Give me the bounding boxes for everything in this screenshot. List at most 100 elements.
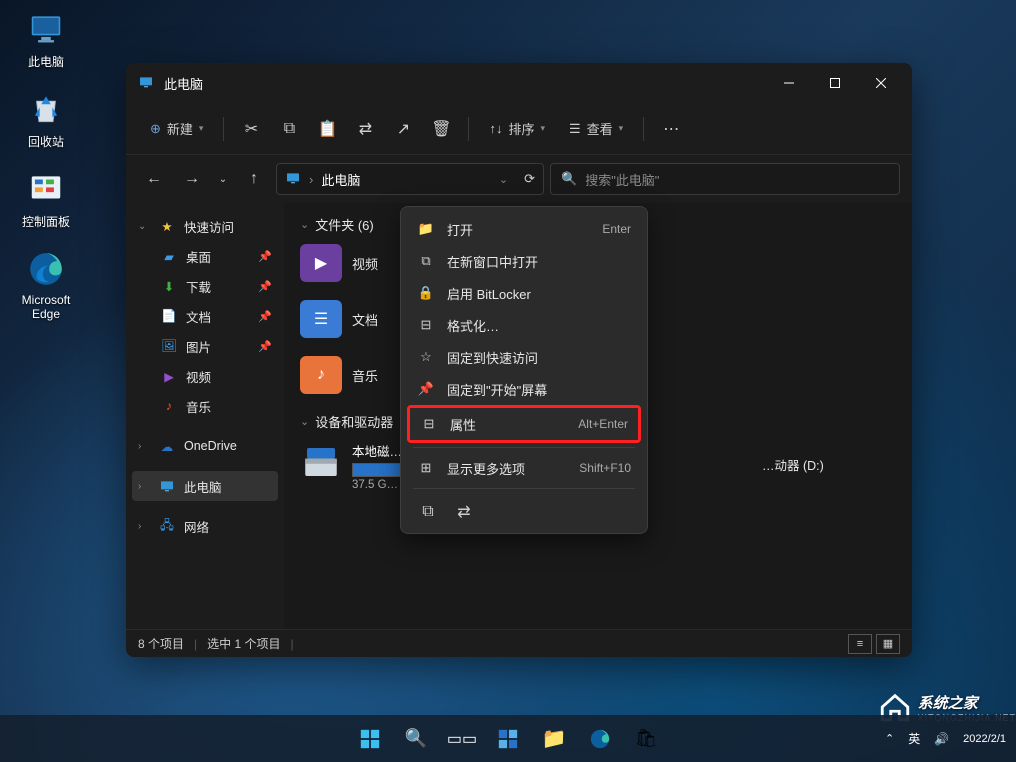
copy-icon: ⧉ <box>422 503 433 521</box>
ctx-rename[interactable]: ⇄ <box>449 497 479 527</box>
desktop-icon-label: 此电脑 <box>28 53 64 70</box>
sidebar-onedrive[interactable]: ›☁OneDrive <box>132 431 278 461</box>
sidebar-item-downloads[interactable]: ⬇下载📌 <box>132 271 278 301</box>
share-button[interactable]: ↗ <box>386 112 420 146</box>
view-details-button[interactable]: ≡ <box>848 634 872 654</box>
copy-icon: ⧉ <box>284 120 295 138</box>
sidebar-network[interactable]: ›🖧网络 <box>132 511 278 541</box>
pin-icon: 📌 <box>258 250 272 263</box>
pin-icon: 📌 <box>417 380 435 398</box>
taskbar-search[interactable]: 🔍 <box>396 719 436 759</box>
recent-button[interactable]: ⌄ <box>214 163 232 195</box>
desktop-icon-label: 控制面板 <box>22 213 70 230</box>
desktop-icon-control-panel[interactable]: 控制面板 <box>12 168 80 230</box>
copy-button[interactable]: ⧉ <box>272 112 306 146</box>
chevron-down-icon: ⌄ <box>300 218 309 231</box>
breadcrumb-location[interactable]: 此电脑 <box>321 170 360 189</box>
taskbar-edge[interactable] <box>580 719 620 759</box>
lock-icon: 🔒 <box>417 284 435 302</box>
rename-icon: ⇄ <box>457 502 470 522</box>
sidebar-this-pc[interactable]: ›此电脑 <box>132 471 278 501</box>
ctx-open-new-window[interactable]: ⧉在新窗口中打开 <box>407 245 641 277</box>
view-tiles-button[interactable]: ▦ <box>876 634 900 654</box>
pin-star-icon: ☆ <box>417 348 435 366</box>
chevron-right-icon: › <box>138 481 150 492</box>
chevron-down-icon: ⌄ <box>138 221 150 232</box>
context-menu: 📁打开Enter ⧉在新窗口中打开 🔒启用 BitLocker ⊟格式化… ☆固… <box>400 206 648 534</box>
store-icon: 🛍 <box>635 728 658 749</box>
sidebar-item-pictures[interactable]: 🖼图片📌 <box>132 331 278 361</box>
statusbar: 8 个项目 | 选中 1 个项目 | ≡ ▦ <box>126 629 912 657</box>
taskbar-widgets[interactable] <box>488 719 528 759</box>
scissors-icon: ✂ <box>245 119 258 139</box>
pin-icon: 📌 <box>258 280 272 293</box>
desktop-icon-label: Microsoft Edge <box>12 293 80 321</box>
sidebar-item-desktop[interactable]: ▰桌面📌 <box>132 241 278 271</box>
paste-button[interactable]: 📋 <box>310 112 344 146</box>
search-box[interactable]: 🔍 搜索"此电脑" <box>550 163 900 195</box>
taskbar-store[interactable]: 🛍 <box>626 719 666 759</box>
ctx-format[interactable]: ⊟格式化… <box>407 309 641 341</box>
maximize-button[interactable] <box>812 67 858 99</box>
ctx-properties[interactable]: ⊟属性Alt+Enter <box>407 405 641 443</box>
sidebar-item-music[interactable]: ♪音乐 <box>132 391 278 421</box>
close-button[interactable] <box>858 67 904 99</box>
rename-button[interactable]: ⇄ <box>348 112 382 146</box>
taskbar-explorer[interactable]: 📁 <box>534 719 574 759</box>
network-icon: 🖧 <box>158 517 176 535</box>
document-folder-icon: ☰ <box>300 300 342 338</box>
document-icon: 📄 <box>160 307 178 325</box>
ctx-copy[interactable]: ⧉ <box>413 497 443 527</box>
sidebar-item-videos[interactable]: ▶视频 <box>132 361 278 391</box>
delete-button[interactable]: 🗑 <box>424 112 458 146</box>
forward-button[interactable]: → <box>176 163 208 195</box>
ctx-bitlocker[interactable]: 🔒启用 BitLocker <box>407 277 641 309</box>
cloud-icon: ☁ <box>158 437 176 455</box>
view-button[interactable]: ☰ 查看 ▾ <box>559 112 633 146</box>
edge-icon <box>25 248 67 290</box>
sidebar-item-documents[interactable]: 📄文档📌 <box>132 301 278 331</box>
chevron-down-icon[interactable]: ⌄ <box>499 173 508 186</box>
desktop-folder-icon: ▰ <box>160 247 178 265</box>
clipboard-icon: 📋 <box>317 119 337 139</box>
pin-icon: 📌 <box>258 310 272 323</box>
chevron-down-icon: ⌄ <box>219 174 227 185</box>
desktop-icon-this-pc[interactable]: 此电脑 <box>12 8 80 70</box>
up-button[interactable]: ↑ <box>238 163 270 195</box>
sort-button[interactable]: ↑↓ 排序 ▾ <box>479 112 555 146</box>
address-bar[interactable]: › 此电脑 ⌄ ⟳ <box>276 163 544 195</box>
tray-chevron-icon[interactable]: ⌃ <box>885 732 894 745</box>
taskbar-task-view[interactable]: ▭▭ <box>442 719 482 759</box>
desktop-icon-recycle-bin[interactable]: 回收站 <box>12 88 80 150</box>
titlebar[interactable]: 此电脑 <box>126 63 912 103</box>
ctx-pin-start[interactable]: 📌固定到"开始"屏幕 <box>407 373 641 405</box>
tray-date[interactable]: 2022/2/1 <box>963 733 1006 745</box>
start-button[interactable] <box>350 719 390 759</box>
tray-network-icon[interactable]: 🔊 <box>934 732 949 746</box>
item-count: 8 个项目 <box>138 635 184 652</box>
back-button[interactable]: ← <box>138 163 170 195</box>
minimize-button[interactable] <box>766 67 812 99</box>
more-button[interactable]: ⋯ <box>654 112 688 146</box>
desktop-icon-edge[interactable]: Microsoft Edge <box>12 248 80 321</box>
control-panel-icon <box>25 168 67 210</box>
chevron-right-icon: › <box>138 441 150 452</box>
tray-ime[interactable]: 英 <box>908 730 920 747</box>
ctx-open[interactable]: 📁打开Enter <box>407 213 641 245</box>
selection-count: 选中 1 个项目 <box>207 635 280 652</box>
cut-button[interactable]: ✂ <box>234 112 268 146</box>
ctx-show-more[interactable]: ⊞显示更多选项Shift+F10 <box>407 452 641 484</box>
folder-icon: 📁 <box>542 726 567 751</box>
chevron-down-icon: ▾ <box>199 123 204 134</box>
new-button[interactable]: ⊕ 新建 ▾ <box>140 112 213 146</box>
trash-icon: 🗑 <box>431 119 451 139</box>
window-title: 此电脑 <box>164 74 766 93</box>
ctx-pin-quick-access[interactable]: ☆固定到快速访问 <box>407 341 641 373</box>
drive-icon <box>300 441 342 483</box>
more-icon: ⊞ <box>417 459 435 477</box>
sidebar-quick-access[interactable]: ⌄ ★ 快速访问 <box>132 211 278 241</box>
drive-d[interactable]: …动器 (D:) <box>762 441 824 491</box>
navbar: ← → ⌄ ↑ › 此电脑 ⌄ ⟳ 🔍 搜索"此电脑" <box>126 155 912 203</box>
refresh-button[interactable]: ⟳ <box>524 171 535 187</box>
monitor-icon <box>285 170 301 189</box>
